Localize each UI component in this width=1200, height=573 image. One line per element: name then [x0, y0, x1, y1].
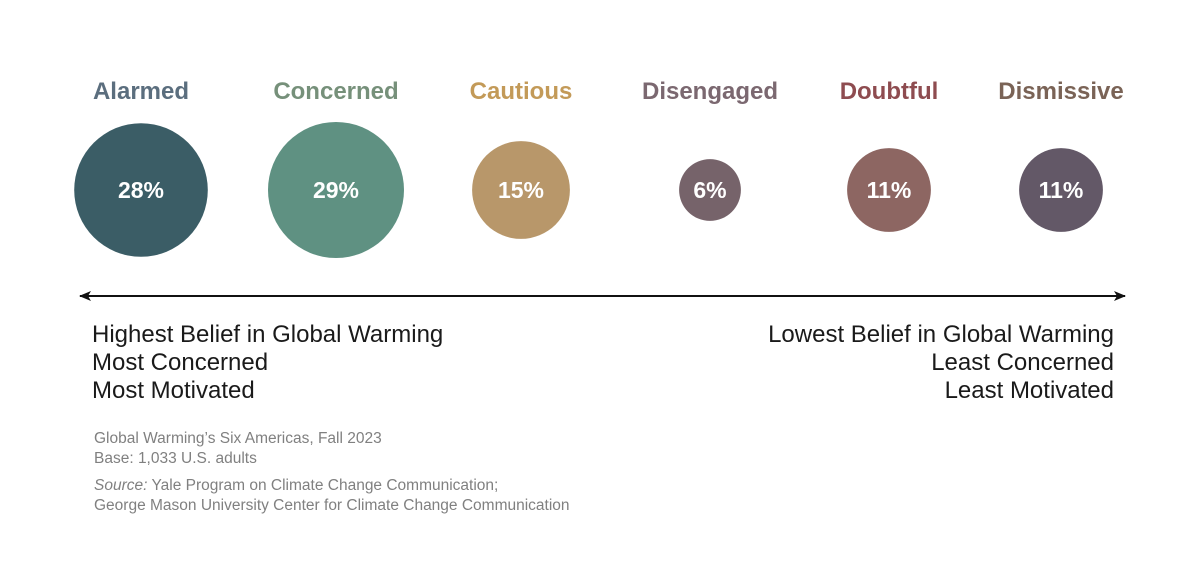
source-prefix: Source: — [94, 477, 148, 494]
value-label-disengaged: 6% — [693, 177, 726, 203]
value-label-concerned: 29% — [313, 177, 359, 203]
source-line-1: Source: Yale Program on Climate Change C… — [94, 476, 570, 496]
segment-label-dismissive: Dismissive — [998, 78, 1123, 105]
value-label-doubtful: 11% — [867, 177, 912, 203]
survey-title: Global Warming’s Six Americas, Fall 2023 — [94, 430, 382, 447]
source-org-1: Yale Program on Climate Change Communica… — [147, 477, 499, 494]
segment-label-doubtful: Doubtful — [840, 78, 939, 105]
value-label-cautious: 15% — [498, 177, 544, 203]
right-label-concern: Least Concerned — [931, 349, 1114, 376]
segment-label-disengaged: Disengaged — [642, 78, 778, 105]
left-label-concern: Most Concerned — [92, 349, 269, 376]
source-line-2: George Mason University Center for Clima… — [94, 497, 570, 514]
left-end-labels: Highest Belief in Global Warming Most Co… — [92, 321, 443, 405]
left-label-motivation: Most Motivated — [92, 377, 255, 404]
segment-label-alarmed: Alarmed — [93, 78, 189, 105]
segment-label-cautious: Cautious — [470, 78, 573, 105]
right-label-motivation: Least Motivated — [944, 377, 1114, 404]
left-label-belief: Highest Belief in Global Warming — [92, 321, 444, 348]
value-label-dismissive: 11% — [1039, 177, 1084, 203]
value-label-alarmed: 28% — [118, 177, 164, 203]
right-end-labels: Lowest Belief in Global Warming Least Co… — [768, 321, 1114, 405]
segment-label-concerned: Concerned — [273, 78, 398, 105]
right-label-belief: Lowest Belief in Global Warming — [768, 321, 1114, 348]
chart-caption: Global Warming’s Six Americas, Fall 2023… — [94, 429, 570, 516]
survey-base: Base: 1,033 U.S. adults — [94, 450, 257, 467]
